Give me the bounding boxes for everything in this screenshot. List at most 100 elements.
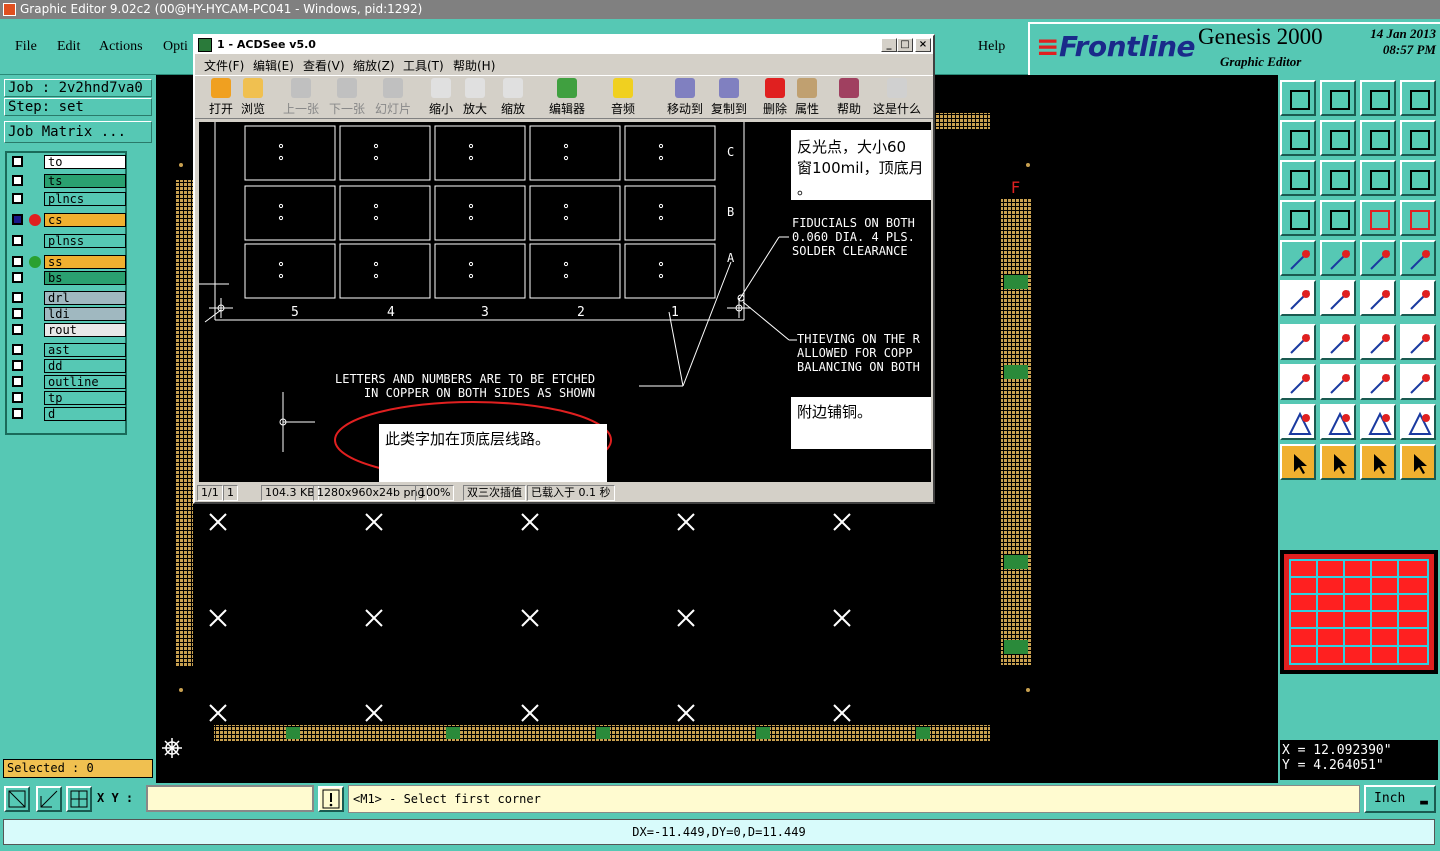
layer-checkbox[interactable]	[12, 156, 23, 167]
menu-actions[interactable]: Actions	[99, 39, 143, 55]
layer-checkbox[interactable]	[12, 344, 23, 355]
board-icon[interactable]	[1280, 240, 1316, 276]
layer-checkbox[interactable]	[12, 175, 23, 186]
layer-down-icon[interactable]	[1400, 200, 1436, 236]
grid-button[interactable]	[66, 786, 92, 812]
select-path-icon[interactable]	[1400, 444, 1436, 480]
layer-row-ast[interactable]: ast	[10, 343, 126, 357]
acdsee-tool-9[interactable]: 音频	[611, 78, 635, 117]
select-arrow2-icon[interactable]	[1360, 444, 1396, 480]
select-box-icon[interactable]	[1320, 444, 1356, 480]
layer-row-tp[interactable]: tp	[10, 391, 126, 405]
layer-checkbox[interactable]	[12, 324, 23, 335]
resize-icon[interactable]	[1360, 364, 1396, 400]
acdsee-tool-5[interactable]: 缩小	[429, 78, 453, 117]
menu-file[interactable]: File	[15, 39, 37, 55]
acdsee-tool-4[interactable]: 幻灯片	[375, 78, 411, 117]
acdsee-menu-item[interactable]: 文件(F)	[204, 57, 244, 74]
layer-row-plnss[interactable]: plnss	[10, 234, 126, 248]
square-node-icon[interactable]	[1280, 364, 1316, 400]
acdsee-menu-item[interactable]: 帮助(H)	[453, 57, 495, 74]
menu-help[interactable]: Help	[978, 39, 1005, 55]
line-node2-icon[interactable]	[1400, 280, 1436, 316]
triangle3-icon[interactable]	[1360, 404, 1396, 440]
arrow-lr-icon[interactable]	[1360, 120, 1396, 156]
shape-icon[interactable]	[1320, 240, 1356, 276]
acdsee-window[interactable]: 1 - ACDSee v5.0 _ □ × 文件(F) 编辑(E) 查看(V) 缩放(…	[193, 34, 935, 504]
layer-row-to[interactable]: to	[10, 155, 126, 169]
mini-map[interactable]	[1280, 550, 1438, 674]
scale-1-2-icon[interactable]	[1360, 160, 1396, 196]
layer-checkbox[interactable]	[12, 193, 23, 204]
acdsee-tool-12[interactable]: 删除	[763, 78, 787, 117]
circle-icon[interactable]	[1400, 240, 1436, 276]
layer-row-ts[interactable]: ts	[10, 174, 126, 188]
window-icon[interactable]	[1400, 80, 1436, 116]
menu-edit[interactable]: Edit	[57, 39, 80, 55]
acdsee-menu-item[interactable]: 编辑(E)	[253, 57, 294, 74]
arrow-left-icon[interactable]	[1280, 120, 1316, 156]
circles-icon[interactable]	[1400, 364, 1436, 400]
layer-row-plncs[interactable]: plncs	[10, 192, 126, 206]
layer-row-cs[interactable]: cs	[10, 213, 126, 227]
rotate-icon[interactable]	[1360, 324, 1396, 360]
acdsee-tool-3[interactable]: 下一张	[329, 78, 365, 117]
layer-checkbox[interactable]	[12, 308, 23, 319]
layer-checkbox[interactable]	[12, 256, 23, 267]
maximize-button[interactable]: □	[897, 38, 913, 52]
layer-checkbox[interactable]	[12, 360, 23, 371]
layer-row-d[interactable]: d	[10, 407, 126, 421]
layer-row-rout[interactable]: rout	[10, 323, 126, 337]
layer-row-outline[interactable]: outline	[10, 375, 126, 389]
settings-icon[interactable]	[1280, 200, 1316, 236]
triangle1-icon[interactable]	[1280, 404, 1316, 440]
menu-options[interactable]: Opti	[163, 39, 188, 55]
layer-row-ss[interactable]: ss	[10, 255, 126, 269]
layer-checkbox[interactable]	[12, 272, 23, 283]
grid-icon[interactable]	[1320, 200, 1356, 236]
layer-checkbox[interactable]	[12, 235, 23, 246]
layer-checkbox[interactable]	[12, 292, 23, 303]
layer-up-icon[interactable]	[1360, 200, 1396, 236]
acdsee-tool-2[interactable]: 上一张	[283, 78, 319, 117]
acdsee-tool-13[interactable]: 属性	[795, 78, 819, 117]
house-icon[interactable]	[1360, 80, 1396, 116]
angle-icon[interactable]	[1280, 324, 1316, 360]
acdsee-menu-item[interactable]: 查看(V)	[303, 57, 345, 74]
home-up-icon[interactable]	[1280, 80, 1316, 116]
acdsee-menu-item[interactable]: 缩放(Z)	[353, 57, 395, 74]
help-icon[interactable]	[1400, 160, 1436, 196]
acdsee-tool-1[interactable]: 浏览	[241, 78, 265, 117]
s-curve-icon[interactable]	[1400, 120, 1436, 156]
slash-icon[interactable]	[1320, 324, 1356, 360]
close-button[interactable]: ×	[915, 38, 931, 52]
triangle4-icon[interactable]	[1400, 404, 1436, 440]
alert-icon[interactable]	[318, 786, 344, 812]
flip-f-icon[interactable]	[1400, 324, 1436, 360]
select-arrow-icon[interactable]	[1280, 444, 1316, 480]
zoom-area-button[interactable]	[4, 786, 30, 812]
acdsee-menu-item[interactable]: 工具(T)	[403, 57, 444, 74]
measure-button[interactable]	[36, 786, 62, 812]
triangle2-icon[interactable]	[1320, 404, 1356, 440]
acdsee-tool-11[interactable]: 复制到	[711, 78, 747, 117]
acdsee-tool-7[interactable]: 缩放	[501, 78, 525, 117]
acdsee-tool-10[interactable]: 移动到	[667, 78, 703, 117]
units-selector[interactable]: Inch ▬	[1364, 785, 1436, 813]
fit-all-icon[interactable]	[1320, 160, 1356, 196]
minus-icon[interactable]	[1320, 364, 1356, 400]
acdsee-tool-8[interactable]: 编辑器	[549, 78, 585, 117]
layer-row-ldi[interactable]: ldi	[10, 307, 126, 321]
layer-checkbox[interactable]	[12, 376, 23, 387]
home-down-icon[interactable]	[1320, 80, 1356, 116]
acdsee-tool-0[interactable]: 打开	[209, 78, 233, 117]
arrow-right-icon[interactable]	[1320, 120, 1356, 156]
xy-input[interactable]	[146, 785, 314, 812]
layer-checkbox[interactable]	[12, 392, 23, 403]
fit-v-icon[interactable]	[1280, 160, 1316, 196]
nodes-icon[interactable]	[1280, 280, 1316, 316]
ruler-icon[interactable]	[1360, 240, 1396, 276]
cross-icon[interactable]	[1320, 280, 1356, 316]
minimize-button[interactable]: _	[881, 38, 897, 52]
layer-checkbox[interactable]	[12, 408, 23, 419]
